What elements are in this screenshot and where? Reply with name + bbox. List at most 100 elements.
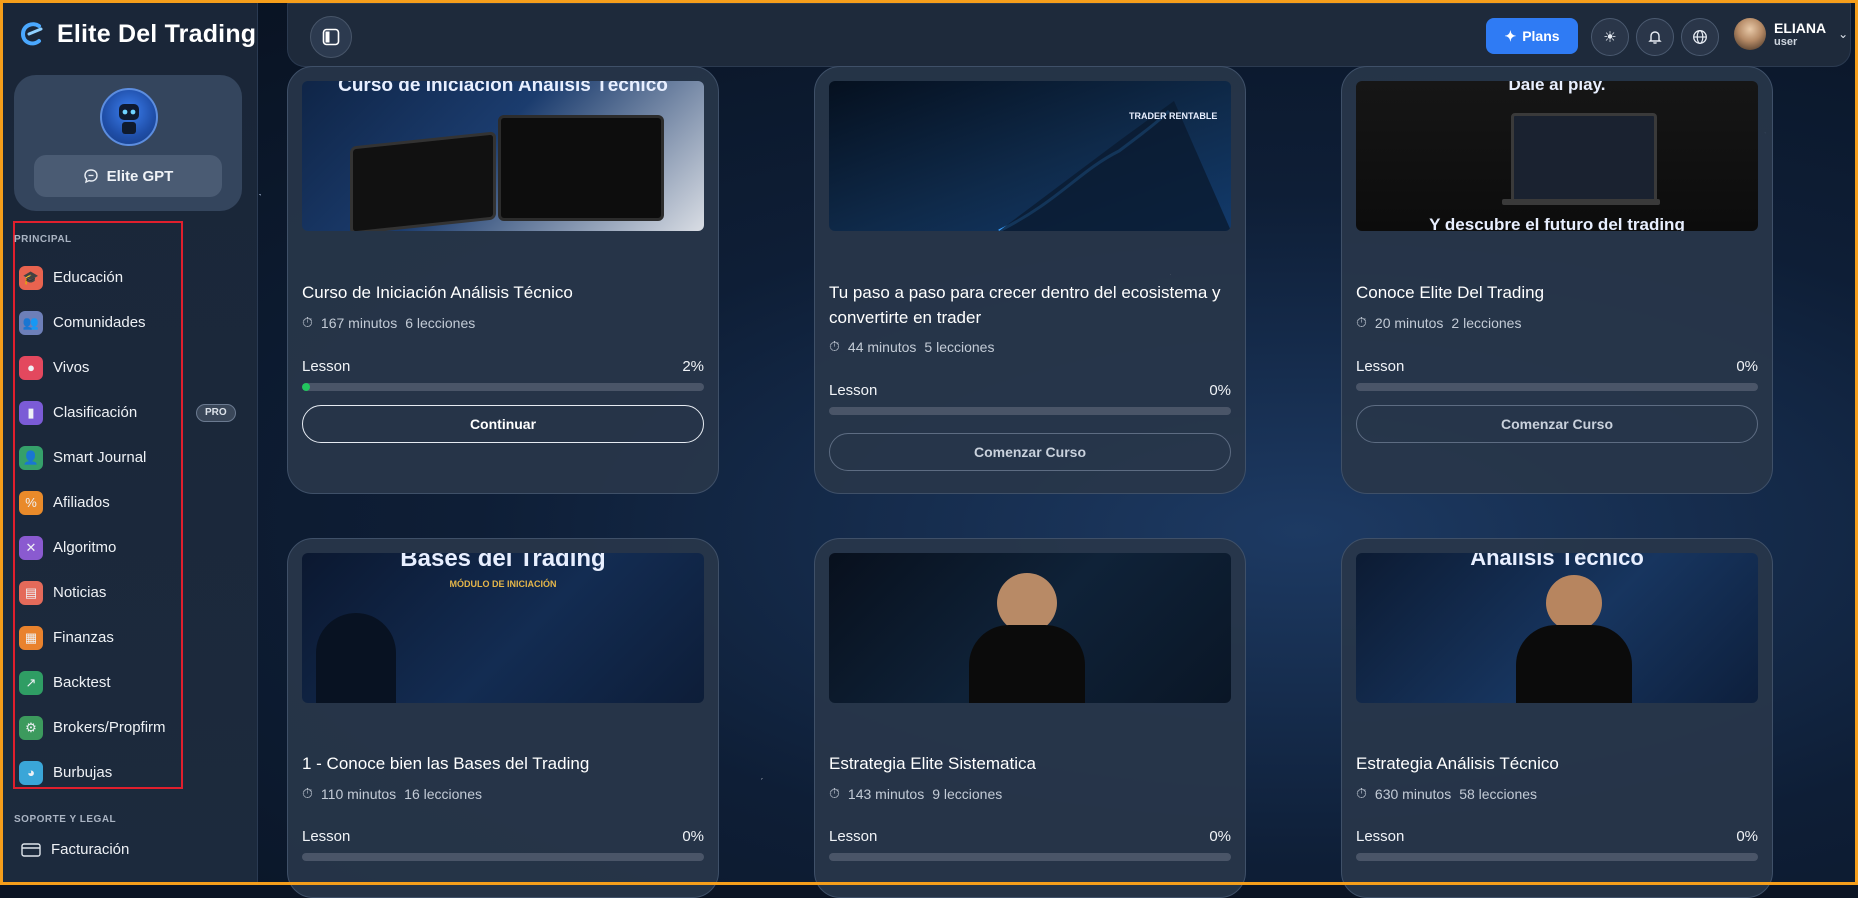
sidebar-item-smart-journal[interactable]: 👤 Smart Journal [19, 435, 243, 480]
sidebar-item-clasificacion[interactable]: ▮ Clasificación PRO [19, 390, 243, 435]
sidebar-item-label: Afiliados [53, 494, 110, 511]
sidebar-item-label: Vivos [53, 359, 90, 376]
theme-toggle-button[interactable]: ☀ [1591, 18, 1629, 56]
course-minutes: 44 minutos [847, 338, 917, 355]
affiliates-icon: % [19, 490, 43, 515]
course-meta: ⏱ 44 minutos 5 lecciones [829, 338, 994, 355]
backtest-icon: ↗ [19, 670, 43, 695]
lesson-label: Lesson [1356, 828, 1405, 845]
sidebar-item-brokers[interactable]: ⚙ Brokers/Propfirm [19, 705, 243, 750]
news-icon: ▤ [19, 580, 43, 605]
continue-button[interactable]: Continuar [302, 405, 704, 443]
top-bar: ✦ Plans ☀ ELIANA user ⌄ [287, 3, 1851, 67]
sidebar-nav: 🎓 Educación 👥 Comunidades ● Vivos ▮ Clas… [19, 255, 243, 795]
elite-gpt-label: Elite GPT [106, 167, 174, 185]
lesson-progress-row: Lesson 0% [829, 828, 1231, 845]
sidebar-item-educacion[interactable]: 🎓 Educación [19, 255, 243, 300]
plans-button[interactable]: ✦ Plans [1486, 18, 1578, 54]
credit-card-icon [21, 842, 41, 857]
stopwatch-icon: ⏱ [302, 314, 313, 330]
globe-icon [1693, 30, 1707, 44]
user-role: user [1774, 36, 1798, 48]
ranking-icon: ▮ [19, 400, 43, 425]
course-title: Conoce Elite Del Trading [1356, 283, 1545, 302]
elite-gpt-button[interactable]: Elite GPT [34, 155, 222, 197]
journal-icon: 👤 [19, 445, 43, 470]
course-meta: ⏱ 167 minutos 6 lecciones [302, 314, 475, 331]
course-card[interactable]: Análisis Técnico Estrategia Análisis Téc… [1341, 538, 1773, 898]
course-card[interactable]: Curso de Iniciación Análisis Técnico Cur… [287, 66, 719, 494]
sidebar-item-backtest[interactable]: ↗ Backtest [19, 660, 243, 705]
sidebar-item-finanzas[interactable]: ▦ Finanzas [19, 615, 243, 660]
sidebar-toggle-button[interactable] [310, 16, 352, 58]
brand[interactable]: Elite Del Trading [17, 19, 256, 49]
section-label-support: SOPORTE Y LEGAL [14, 814, 117, 825]
graduation-cap-icon: 🎓 [19, 265, 43, 290]
user-avatar [1734, 18, 1766, 50]
course-title: Curso de Iniciación Análisis Técnico [302, 283, 573, 302]
progress-bar [1356, 853, 1758, 861]
course-title: Estrategia Análisis Técnico [1356, 754, 1559, 773]
robot-avatar-icon [100, 88, 158, 146]
brokers-icon: ⚙ [19, 715, 43, 740]
lesson-label: Lesson [302, 358, 351, 375]
lesson-label: Lesson [829, 382, 878, 399]
course-thumbnail: Dale al play. Y descubre el futuro del t… [1356, 81, 1758, 231]
language-button[interactable] [1681, 18, 1719, 56]
course-meta: ⏱ 20 minutos 2 lecciones [1356, 314, 1521, 331]
progress-bar [829, 407, 1231, 415]
sidebar-item-label: Clasificación [53, 404, 138, 421]
thumbnail-caption: Curso de Iniciación Análisis Técnico [338, 81, 668, 96]
start-course-button[interactable]: Comenzar Curso [829, 433, 1231, 471]
progress-percent: 0% [1209, 382, 1231, 399]
finance-icon: ▦ [19, 625, 43, 650]
course-card[interactable]: Estrategia Elite Sistematica ⏱ 143 minut… [814, 538, 1246, 898]
sidebar-item-label: Brokers/Propfirm [53, 719, 166, 736]
course-thumbnail: Curso de Iniciación Análisis Técnico [302, 81, 704, 231]
sidebar-item-afiliados[interactable]: % Afiliados [19, 480, 243, 525]
sidebar-item-label: Smart Journal [53, 449, 147, 466]
course-lessons: 58 lecciones [1459, 785, 1538, 802]
lesson-progress-row: Lesson 0% [1356, 828, 1758, 845]
sidebar-item-label: Comunidades [53, 314, 146, 331]
sparkle-icon: ✦ [1504, 27, 1517, 44]
progress-bar [1356, 383, 1758, 391]
start-course-button[interactable]: Comenzar Curso [1356, 405, 1758, 443]
course-meta: ⏱ 110 minutos 16 lecciones [302, 785, 482, 802]
lesson-progress-row: Lesson 2% [302, 358, 704, 375]
notifications-button[interactable] [1636, 18, 1674, 56]
progress-percent: 0% [1736, 828, 1758, 845]
user-name: ELIANA [1774, 20, 1827, 36]
sidebar-item-burbujas[interactable]: ◕ Burbujas [19, 750, 243, 795]
sidebar-item-comunidades[interactable]: 👥 Comunidades [19, 300, 243, 345]
stopwatch-icon: ⏱ [1356, 314, 1367, 330]
sidebar-item-algoritmo[interactable]: ✕ Algoritmo [19, 525, 243, 570]
course-lessons: 6 lecciones [405, 314, 476, 331]
course-lessons: 9 lecciones [932, 785, 1003, 802]
plans-label: Plans [1522, 28, 1560, 44]
course-card[interactable]: Bases del Trading MÓDULO DE INICIACIÓN 1… [287, 538, 719, 898]
course-meta: ⏱ 630 minutos 58 lecciones [1356, 785, 1537, 802]
chat-bubble-icon [83, 169, 98, 184]
lesson-label: Lesson [829, 828, 878, 845]
elite-gpt-card: Elite GPT [14, 75, 242, 211]
course-card[interactable]: TRADER RENTABLE Tu paso a paso para crec… [814, 66, 1246, 494]
sidebar-item-facturacion[interactable]: Facturación [21, 841, 129, 858]
course-title: Estrategia Elite Sistematica [829, 754, 1036, 773]
course-title: 1 - Conoce bien las Bases del Trading [302, 754, 590, 773]
lesson-progress-row: Lesson 0% [829, 382, 1231, 399]
course-minutes: 20 minutos [1374, 314, 1444, 331]
community-icon: 👥 [19, 310, 43, 335]
thumbnail-caption: Bases del Trading [400, 553, 606, 572]
sidebar-item-vivos[interactable]: ● Vivos [19, 345, 243, 390]
sidebar-item-label: Algoritmo [53, 539, 117, 556]
sidebar-item-noticias[interactable]: ▤ Noticias [19, 570, 243, 615]
bubbles-icon: ◕ [19, 760, 43, 785]
sidebar-item-label: Burbujas [53, 764, 113, 781]
course-lessons: 2 lecciones [1451, 314, 1522, 331]
bell-icon [1648, 31, 1662, 44]
user-menu[interactable]: ELIANA user ⌄ [1734, 18, 1848, 50]
course-title: Tu paso a paso para crecer dentro del ec… [829, 283, 1221, 327]
course-card[interactable]: Dale al play. Y descubre el futuro del t… [1341, 66, 1773, 494]
course-thumbnail: Bases del Trading MÓDULO DE INICIACIÓN [302, 553, 704, 703]
